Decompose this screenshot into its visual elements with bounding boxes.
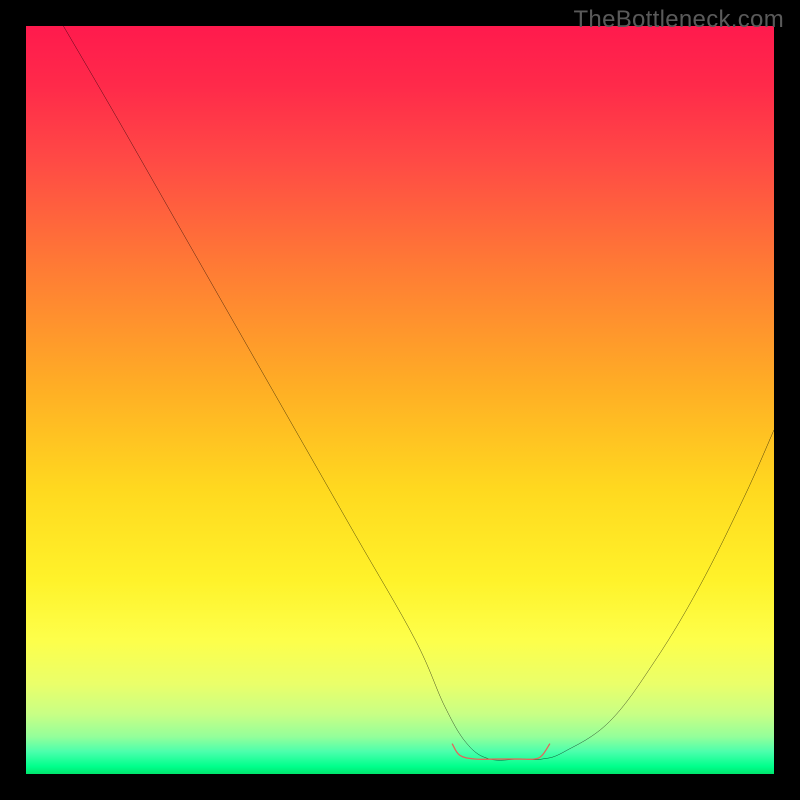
plot-area (26, 26, 774, 774)
chart-container: TheBottleneck.com (0, 0, 800, 800)
bottleneck-curve (63, 26, 774, 760)
valley-marker (452, 744, 549, 759)
watermark-text: TheBottleneck.com (573, 6, 784, 34)
chart-svg (26, 26, 774, 774)
